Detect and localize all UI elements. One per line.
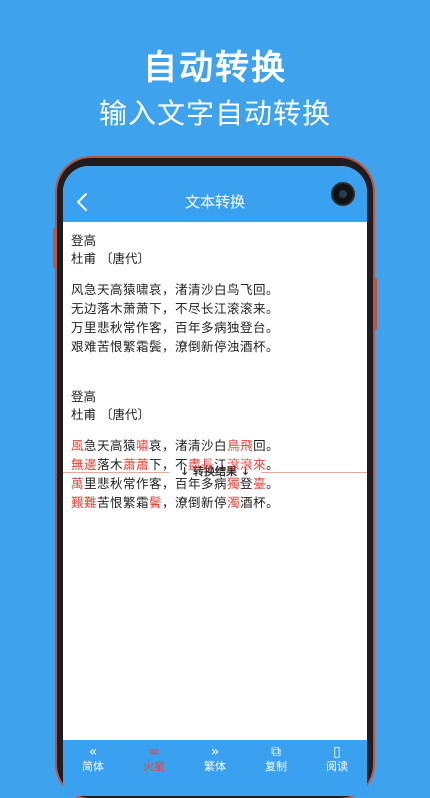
converted-char: 濁 [227,495,241,510]
result-line: 無邊落木蕭蕭下，不盡長江滾滾來。 [71,455,361,474]
result-poem-title: 登高 [71,389,97,404]
tab-copy[interactable]: ⧉ 复制 [246,744,306,774]
phone-power-button [373,278,377,330]
converted-char: 鬢 [149,495,163,510]
source-line: 艰难苦恨繁霜鬓，潦倒新停浊酒杯。 [71,339,280,354]
bottom-toolbar: « 简体 ∞ 火星 » 繁体 ⧉ 复制 ▯ 阅读 [63,740,367,796]
double-chevron-left-icon: « [88,744,98,760]
tab-traditional[interactable]: » 繁体 [185,744,245,774]
result-line: 萬里悲秋常作客，百年多病獨登臺。 [71,474,361,493]
tab-label: 繁体 [204,760,226,773]
converted-char: 無邊 [71,457,98,472]
result-line: 風急天高猿嘯哀，渚清沙白鳥飛回。 [71,436,361,455]
phone-mockup: 文本转换 登高 杜甫 〔唐代〕 风急天高猿啸哀，渚清沙白鸟飞回。 无边落木萧萧下… [53,158,377,798]
result-text-area: 登高 杜甫 〔唐代〕 風急天高猿嘯哀，渚清沙白鳥飛回。 無邊落木蕭蕭下，不盡長江… [71,388,361,512]
result-line: 艱難苦恨繁霜鬢，潦倒新停濁酒杯。 [71,493,361,512]
unchanged-text: 。 [266,457,280,472]
unchanged-text: 酒杯。 [240,495,280,510]
front-camera [333,184,353,204]
book-icon: ▯ [333,744,341,760]
mars-icon: ∞ [148,744,160,760]
source-line: 风急天高猿啸哀，渚清沙白鸟飞回。 [71,282,280,297]
converted-char: 臺 [253,476,267,491]
unchanged-text: 。 [266,476,280,491]
tab-mars[interactable]: ∞ 火星 [124,744,184,774]
double-chevron-right-icon: » [210,744,220,760]
converted-char: 滾滾來 [227,457,267,472]
result-poem-author: 杜甫 〔唐代〕 [71,407,150,422]
converted-char: 蕭蕭 [123,457,150,472]
source-poem-title: 登高 [71,233,97,248]
unchanged-text: 苦恨繁霜 [97,495,150,510]
app-header: 文本转换 [63,166,367,222]
tab-label: 火星 [143,760,165,773]
promo-headline: 自动转换 [143,48,287,88]
source-text-area[interactable]: 登高 杜甫 〔唐代〕 风急天高猿啸哀，渚清沙白鸟飞回。 无边落木萧萧下，不尽长江… [71,232,361,356]
tab-label: 复制 [265,760,287,773]
tab-label: 简体 [82,760,104,773]
unchanged-text: 里悲秋常作客，百年多病 [84,476,228,491]
page-title: 文本转换 [184,193,245,211]
unchanged-text: 落木 [97,457,124,472]
tab-simplified[interactable]: « 简体 [63,744,123,774]
unchanged-text: 哀，渚清沙白 [149,438,228,453]
unchanged-text: 登 [240,476,254,491]
converted-char: 嘯 [136,438,150,453]
copy-icon: ⧉ [271,744,281,760]
unchanged-text: ，潦倒新停 [162,495,228,510]
unchanged-text: 下，不 [149,457,189,472]
phone-volume-button [53,228,57,268]
converted-char: 艱難 [71,495,98,510]
unchanged-text: 回。 [253,438,280,453]
converted-char: 萬 [71,476,85,491]
converted-char: 風 [71,438,85,453]
tab-label: 阅读 [326,760,348,773]
converted-char: 鳥飛 [227,438,254,453]
source-poem-author: 杜甫 〔唐代〕 [71,251,150,266]
source-line: 万里悲秋常作客，百年多病独登台。 [71,320,280,335]
converted-char: 獨 [227,476,241,491]
app-screen: 文本转换 登高 杜甫 〔唐代〕 风急天高猿啸哀，渚清沙白鸟飞回。 无边落木萧萧下… [63,166,367,796]
converted-char: 盡長 [188,457,215,472]
unchanged-text: 江 [214,457,228,472]
promo-subline: 输入文字自动转换 [98,97,331,130]
source-line: 无边落木萧萧下，不尽长江滚滚来。 [71,301,280,316]
unchanged-text: 急天高猿 [84,438,137,453]
tab-read[interactable]: ▯ 阅读 [307,744,367,774]
